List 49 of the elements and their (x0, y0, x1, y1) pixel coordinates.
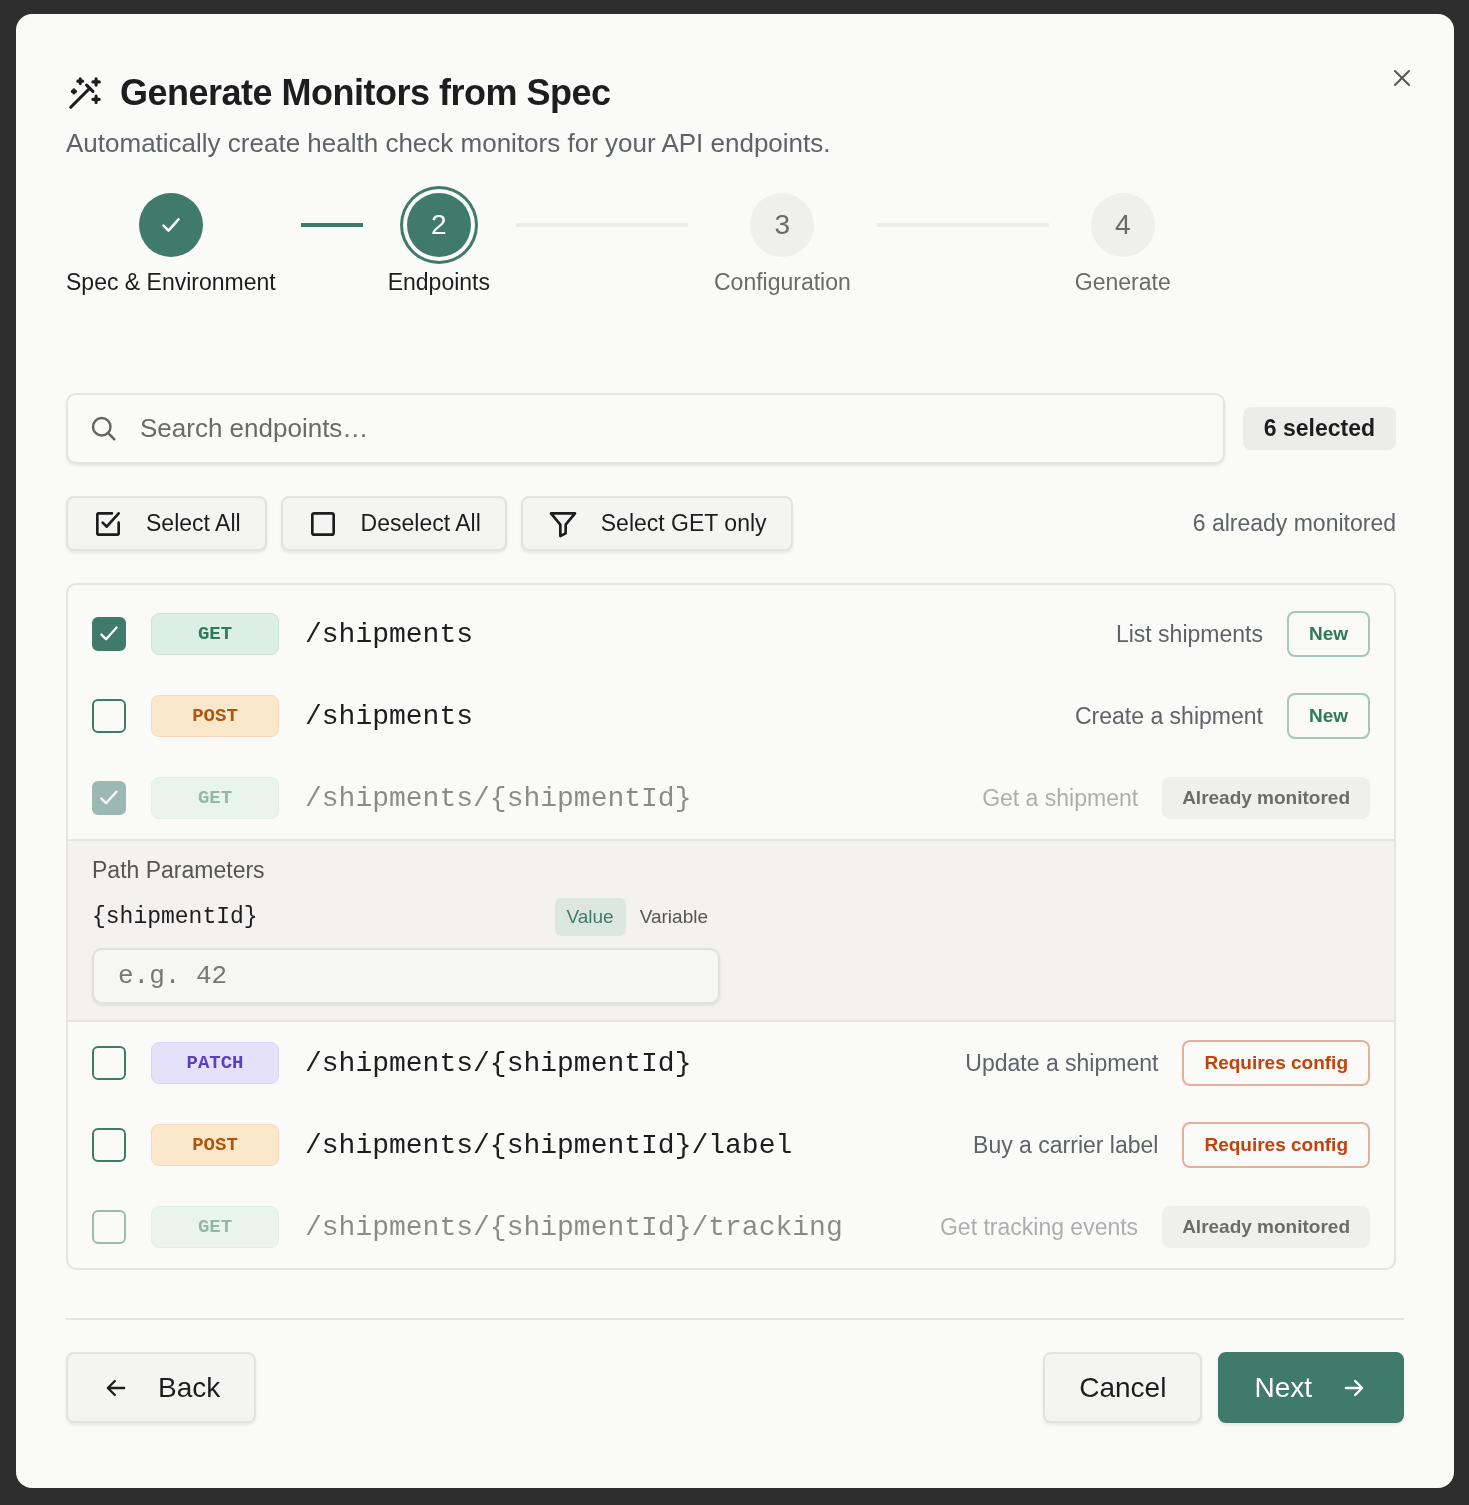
action-button[interactable]: Select GET only (520, 496, 793, 551)
step-label: Spec & Environment (66, 269, 276, 296)
endpoint-summary: Get a shipment (982, 784, 1139, 812)
dialog-subtitle: Automatically create health check monitors for your API endpoints. (66, 128, 832, 159)
checkbox[interactable] (92, 1046, 126, 1080)
action-button[interactable]: Deselect All (280, 496, 507, 551)
status-badge: Requires config (1182, 1040, 1370, 1086)
cancel-button[interactable]: Cancel (1043, 1352, 1203, 1423)
method-tag: GET (151, 613, 279, 655)
step-indicator[interactable]: 4 (1090, 193, 1155, 257)
status-badge: New (1286, 693, 1370, 739)
section-heading: Path Parameters (92, 857, 266, 884)
checkbox[interactable] (92, 1128, 126, 1162)
endpoint-summary: List shipments (1115, 620, 1263, 648)
endpoint-path: /shipments/{shipmentId} (305, 782, 693, 814)
action-button[interactable]: Select All (66, 496, 267, 551)
endpoint-path: /shipments/{shipmentId}/label (305, 1129, 794, 1161)
step-indicator[interactable]: 3 (750, 193, 815, 257)
method-tag: POST (151, 695, 279, 737)
step-label: Generate (1074, 269, 1171, 296)
status-badge: Already monitored (1162, 777, 1370, 819)
monitored-count: 6 already monitored (1192, 510, 1396, 537)
status-badge: Requires config (1182, 1122, 1370, 1168)
checkbox[interactable] (92, 617, 126, 651)
dialog-title: Generate Monitors from Spec (120, 72, 611, 114)
checkbox[interactable] (92, 699, 126, 733)
endpoint-summary: Buy a carrier label (973, 1131, 1159, 1159)
endpoint-path: /shipments/{shipmentId} (305, 1047, 693, 1079)
endpoint-path: /shipments (305, 618, 475, 650)
status-badge: Already monitored (1162, 1206, 1370, 1248)
status-badge: New (1286, 611, 1370, 657)
method-tag: GET (151, 777, 279, 819)
parameter-name: {shipmentId} (92, 904, 259, 930)
endpoint-path: /shipments (305, 700, 475, 732)
selected-count-badge: 6 selected (1242, 407, 1396, 450)
back-button[interactable]: Back (66, 1352, 257, 1423)
endpoint-summary: Create a shipment (1075, 702, 1263, 730)
endpoint-summary: Update a shipment (965, 1049, 1159, 1077)
next-button[interactable]: Next (1218, 1352, 1404, 1423)
method-tag: POST (151, 1124, 279, 1166)
step-connector (300, 223, 363, 227)
magic-wand-icon (66, 74, 104, 112)
search-field[interactable]: Search endpoints… (66, 393, 1225, 464)
method-tag: PATCH (151, 1042, 279, 1084)
step-label: Endpoints (387, 269, 490, 296)
endpoint-path: /shipments/{shipmentId}/tracking (305, 1211, 844, 1243)
method-tag: GET (151, 1206, 279, 1248)
endpoint-summary: Get tracking events (939, 1213, 1139, 1241)
step-label: Configuration (714, 269, 851, 296)
